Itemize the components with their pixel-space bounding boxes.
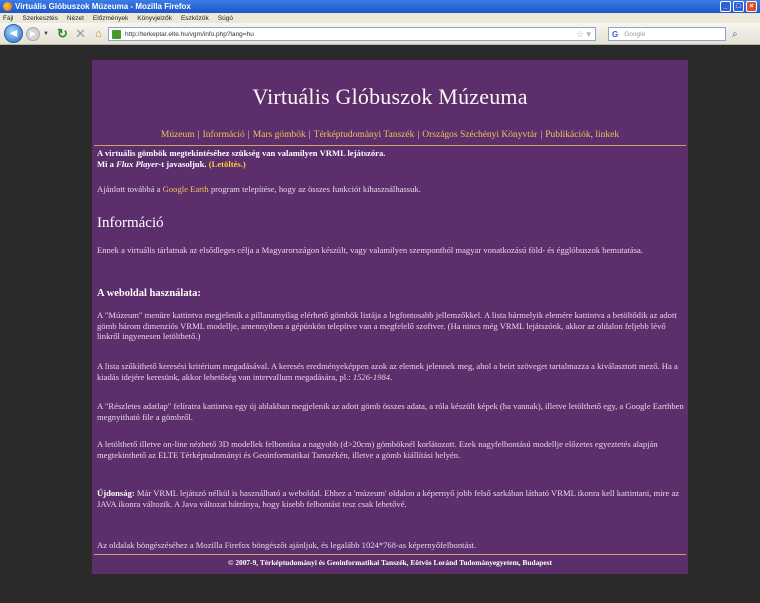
google-earth-link[interactable]: Google Earth [163,184,209,194]
page-content: Virtuális Glóbuszok Múzeuma Múzeum | Infor… [92,60,688,574]
usage-paragraph-search: A lista szűkíthető keresési kritérium me… [97,361,687,382]
google-earth-paragraph: Ajánlott továbbá a Google Earth program … [97,184,687,195]
site-favicon [112,29,121,39]
stop-button[interactable]: ✕ [73,26,88,41]
close-window-button[interactable]: × [746,1,757,12]
menu-edit[interactable]: Szerkesztés [22,15,57,22]
history-dropdown-icon[interactable]: ▼ [43,31,49,37]
reload-button[interactable]: ↻ [55,26,70,41]
main-navigation: Múzeum | Információ | Mars gömbök | Térképtudo… [92,130,688,140]
vrml-player-name: Flux Player [116,158,159,169]
ge-post: program telepítése, hogy az összes funkc… [208,184,421,194]
nav-link-muzeum[interactable]: Múzeum [161,130,195,140]
vrml-notice: A virtuális gömbök megtekintéséhez szüks… [97,148,687,169]
nav-separator: | [417,130,420,140]
menu-file[interactable]: Fájl [3,15,13,22]
usage-heading: A weboldal használata: [97,288,201,299]
usage-paragraph-news: Újdonság: Már VRML lejátszó nélkül is ha… [97,488,687,509]
menu-history[interactable]: Előzmények [93,15,128,22]
url-text: http://terkeptar.elte.hu/vgm/info.php?la… [125,30,254,38]
search-example: 1526-1984 [352,371,391,382]
search-icon[interactable]: ⌕ [732,29,738,40]
back-button[interactable]: ◀ [4,24,23,43]
news-text: Már VRML lejátszó nélkül is használható … [97,488,680,509]
page-footer: © 2007-9, Térképtudományi és Geoinformat… [227,558,553,567]
usage-paragraph-details: A "Részletes adatlap" felíratra kattintv… [97,401,684,422]
address-bar[interactable]: http://terkeptar.elte.hu/vgm/info.php?la… [108,27,596,41]
nav-separator: | [197,130,200,140]
search-engine-icon[interactable]: G [612,30,618,39]
nav-link-mars[interactable]: Mars gömbök [253,130,306,140]
nav-link-tanszek[interactable]: Térképtudományi Tanszék [314,130,415,140]
minimize-button[interactable]: _ [720,1,731,12]
vrml-notice-pre: Mi a [97,158,117,169]
vrml-notice-line2: Mi a Flux Player-t javasoljuk. (Letöltés… [97,159,687,170]
nav-link-oszk[interactable]: Országos Széchényi Könyvtár [422,130,537,140]
search-box[interactable]: G Google [608,27,726,41]
bookmark-star-icon[interactable]: ☆ ▾ [576,29,591,40]
window-title: Virtuális Glóbuszok Múzeuma - Mozilla Fi… [15,2,191,11]
window-controls: _ □ × [720,1,757,12]
search-text-end: . [390,371,393,382]
nav-separator: | [308,130,311,140]
nav-link-publikaciok[interactable]: Publikációk, linkek [545,130,619,140]
nav-separator: | [247,130,250,140]
menu-bar: Fájl Szerkesztés Nézet Előzmények Könyvj… [0,13,760,23]
search-placeholder: Google [624,30,646,38]
page-title: Virtuális Glóbuszok Múzeuma [252,84,528,109]
usage-paragraph-museum: A "Múzeum" menüre kattintva megjelenik a… [97,310,677,342]
usage-paragraph-resolution: A letölthető illetve on-line nézhető 3D … [97,439,658,460]
browser-recommendation: Az oldalak böngészéséhez a Mozilla Firef… [97,540,477,550]
home-button[interactable]: ⌂ [91,26,106,41]
download-link[interactable]: (Letöltés.) [209,159,246,169]
nav-link-informacio[interactable]: Információ [203,130,245,140]
news-label: Újdonság: [97,488,135,498]
info-heading: Információ [97,215,164,231]
forward-button[interactable]: ▶ [26,26,40,41]
maximize-button[interactable]: □ [733,1,744,12]
menu-help[interactable]: Súgó [218,15,233,22]
vrml-notice-mid: -t javasoljuk. [158,158,207,169]
firefox-icon [3,2,12,11]
nav-divider [94,145,686,146]
intro-paragraph: Ennek a virtuális tárlatnak az elsődlege… [97,245,643,255]
nav-separator: | [540,130,543,140]
menu-bookmarks[interactable]: Könyvjelzők [137,15,172,22]
window-titlebar: Virtuális Glóbuszok Múzeuma - Mozilla Fi… [0,0,760,13]
footer-divider [94,554,686,555]
ge-pre: Ajánlott továbbá a [97,184,163,194]
menu-view[interactable]: Nézet [67,15,84,22]
vrml-notice-line1: A virtuális gömbök megtekintéséhez szüks… [97,148,386,158]
navigation-toolbar: ◀ ▶ ▼ ↻ ✕ ⌂ http://terkeptar.elte.hu/vgm… [0,23,760,45]
menu-tools[interactable]: Eszközök [181,15,209,22]
